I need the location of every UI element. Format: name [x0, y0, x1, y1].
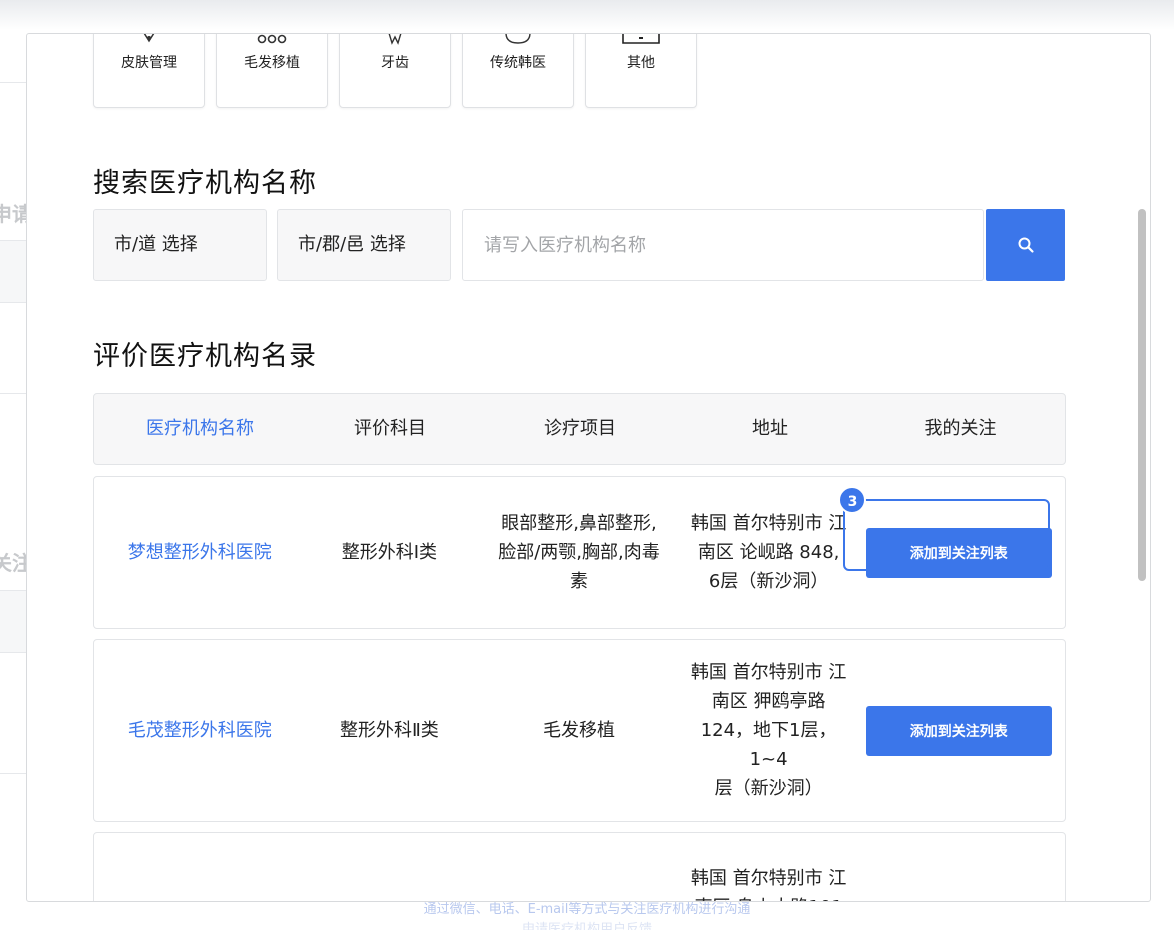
follow-cell: 添加到关注列表 [852, 705, 1065, 756]
scrollbar-thumb[interactable] [1138, 209, 1146, 581]
modal-scrollbar[interactable] [1135, 34, 1147, 901]
treatment-line: 素 [570, 571, 588, 592]
evaluation-subject: 整形外科Ⅱ类 [339, 720, 439, 741]
category-label: 其他 [627, 55, 655, 71]
address-line: 124，地下1层，1~4 [700, 720, 837, 770]
address-line: 韩国 首尔特别市 江 [690, 513, 847, 534]
evaluation-subject: 整形外科Ⅰ类 [341, 542, 438, 563]
category-tiles: 皮肤管理 毛发移植 牙齿 传统韩医 其他 [93, 34, 697, 108]
column-header-follow: 我的关注 [924, 418, 997, 439]
step-badge: 3 [838, 485, 867, 514]
address-line: 南区 论岘路 848, [697, 542, 840, 563]
address-line: 层（新沙洞） [714, 778, 823, 799]
category-label: 传统韩医 [490, 55, 546, 71]
background-panel [0, 591, 27, 653]
background-footer: 通过微信、电话、E-mail等方式与关注医疗机构进行沟通 申请医疗机构用户反馈 [0, 900, 1174, 930]
column-header-name[interactable]: 医疗机构名称 [94, 394, 306, 464]
footer-line-2: 申请医疗机构用户反馈 [521, 922, 652, 930]
background-divider [0, 773, 27, 774]
background-top-bar [0, 0, 1174, 30]
background-panel [0, 241, 27, 303]
category-herbal[interactable]: 传统韩医 [462, 34, 574, 108]
background-divider [0, 82, 27, 83]
other-icon [586, 34, 696, 45]
address-line: 韩国 首尔特别市 江 [690, 868, 847, 889]
column-header-treatments: 诊疗项目 [544, 418, 616, 439]
district-select[interactable]: 市/郡/邑 选择 [277, 209, 451, 281]
address-line: 韩国 首尔特别市 江 [690, 662, 847, 683]
hospital-address: 韩国 首尔特别市 江 南区 论岘路 848, 6层（新沙洞） [685, 509, 853, 596]
follow-cell: 3 添加到关注列表 [838, 485, 1065, 578]
category-label: 牙齿 [381, 55, 409, 71]
column-header-subject: 评价科目 [354, 418, 426, 439]
address-line: 6层（新沙洞） [708, 571, 829, 592]
background-divider [0, 302, 27, 303]
search-section-title: 搜索医疗机构名称 [93, 168, 317, 199]
province-select[interactable]: 市/道 选择 [93, 209, 267, 281]
treatment-items: 毛发移植 [473, 716, 685, 745]
focus-highlight [843, 498, 1051, 571]
skin-icon [94, 34, 204, 45]
category-other[interactable]: 其他 [585, 34, 697, 108]
hospital-address: 韩国 首尔特别市 江 南区 狎鸥亭路 124，地下1层，1~4 层（新沙洞） [685, 658, 853, 803]
directory-table-header: 医疗机构名称 评价科目 诊疗项目 地址 我的关注 [93, 393, 1066, 465]
search-button[interactable] [986, 209, 1065, 281]
category-skin[interactable]: 皮肤管理 [93, 34, 205, 108]
tooth-icon [340, 34, 450, 45]
category-tooth[interactable]: 牙齿 [339, 34, 451, 108]
address-line: 南区 岛山大路101 [685, 893, 853, 901]
treatment-items: 眼部整形,鼻部整形, 脸部/两颚,胸部,肉毒 素 [473, 509, 685, 596]
hospital-name[interactable]: 梦想整形外科医院 [128, 542, 272, 563]
treatment-line: 毛发移植 [543, 720, 615, 741]
table-row: 梦想整形外科医院 整形外科Ⅰ类 眼部整形,鼻部整形, 脸部/两颚,胸部,肉毒 素… [93, 476, 1066, 629]
add-to-follow-list-button[interactable]: 添加到关注列表 [865, 705, 1052, 756]
category-hair[interactable]: 毛发移植 [216, 34, 328, 108]
search-icon [1018, 237, 1034, 253]
column-header-address: 地址 [752, 418, 788, 439]
background-divider [0, 652, 27, 653]
footer-line-1: 通过微信、电话、E-mail等方式与关注医疗机构进行沟通 [423, 902, 751, 917]
hospital-name-link[interactable]: 毛茂整形外科医院 [94, 716, 306, 745]
background-divider [0, 393, 27, 394]
hair-icon [217, 34, 327, 45]
table-row: 毛茂整形外科医院 整形外科Ⅱ类 毛发移植 韩国 首尔特别市 江 南区 狎鸥亭路 … [93, 639, 1066, 822]
herb-icon [463, 34, 573, 45]
hospital-address: 韩国 首尔特别市 江 南区 岛山大路101 [685, 833, 853, 901]
category-label: 毛发移植 [244, 55, 300, 71]
treatment-line: 脸部/两颚,胸部,肉毒 [498, 542, 660, 563]
directory-section-title: 评价医疗机构名录 [93, 341, 317, 372]
category-label: 皮肤管理 [121, 55, 177, 71]
hospital-name[interactable]: 毛茂整形外科医院 [128, 720, 272, 741]
treatment-line: 眼部整形,鼻部整形, [501, 513, 657, 534]
hospital-name-search-input[interactable] [462, 209, 984, 281]
hospital-name-link[interactable]: 梦想整形外科医院 [94, 538, 306, 567]
hospital-search-modal: 皮肤管理 毛发移植 牙齿 传统韩医 其他 搜索医疗机构名称 市/道 选择 市/郡… [26, 33, 1151, 902]
table-row: 韩国 首尔特别市 江 南区 岛山大路101 [93, 832, 1066, 901]
address-line: 南区 狎鸥亭路 [711, 691, 826, 712]
